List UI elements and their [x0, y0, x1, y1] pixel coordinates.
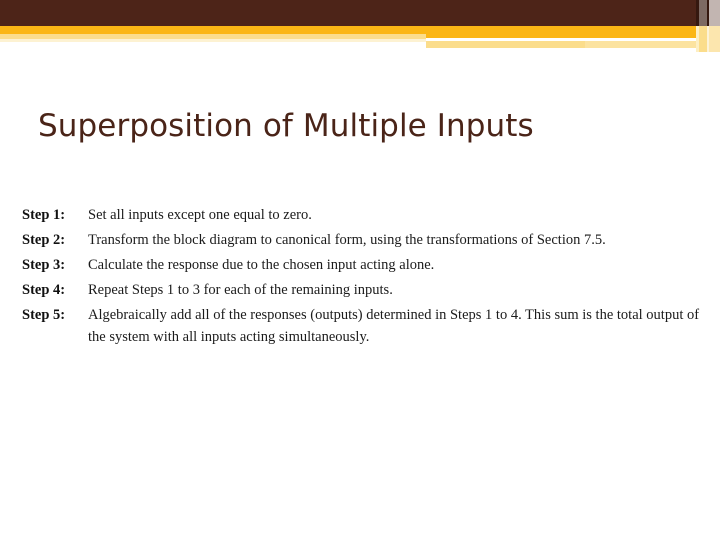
step-row: Step 3: Calculate the response due to th… [22, 254, 702, 276]
step-text: Algebraically add all of the responses (… [88, 307, 700, 345]
step-label: Step 3: [22, 257, 66, 273]
slide-header-decoration [0, 0, 720, 52]
step-row: Step 1: Set all inputs except one equal … [22, 204, 702, 226]
header-cream-band-left [0, 39, 426, 42]
step-label: Step 4: [22, 282, 66, 298]
presentation-slide: Superposition of Multiple Inputs Step 1:… [0, 0, 720, 540]
step-label: Step 1: [22, 207, 66, 223]
header-orange-band-left [0, 26, 426, 34]
steps-list: Step 1: Set all inputs except one equal … [22, 204, 702, 351]
header-brown-band [0, 0, 720, 26]
step-text: Transform the block diagram to canonical… [88, 232, 606, 248]
header-stripe-mauve [699, 0, 707, 26]
step-row: Step 5: Algebraically add all of the res… [22, 304, 702, 348]
step-text: Set all inputs except one equal to zero. [88, 207, 312, 223]
step-label: Step 5: [22, 307, 66, 323]
header-vstripe-pale [699, 26, 707, 52]
step-text: Calculate the response due to the chosen… [88, 257, 435, 273]
header-vstripe-outer [709, 26, 720, 52]
slide-title: Superposition of Multiple Inputs [38, 108, 534, 144]
step-row: Step 2: Transform the block diagram to c… [22, 229, 702, 251]
step-row: Step 4: Repeat Steps 1 to 3 for each of … [22, 279, 702, 301]
header-stripe-light [709, 0, 720, 26]
step-text: Repeat Steps 1 to 3 for each of the rema… [88, 282, 393, 298]
header-white-separator [426, 38, 696, 41]
step-label: Step 2: [22, 232, 66, 248]
